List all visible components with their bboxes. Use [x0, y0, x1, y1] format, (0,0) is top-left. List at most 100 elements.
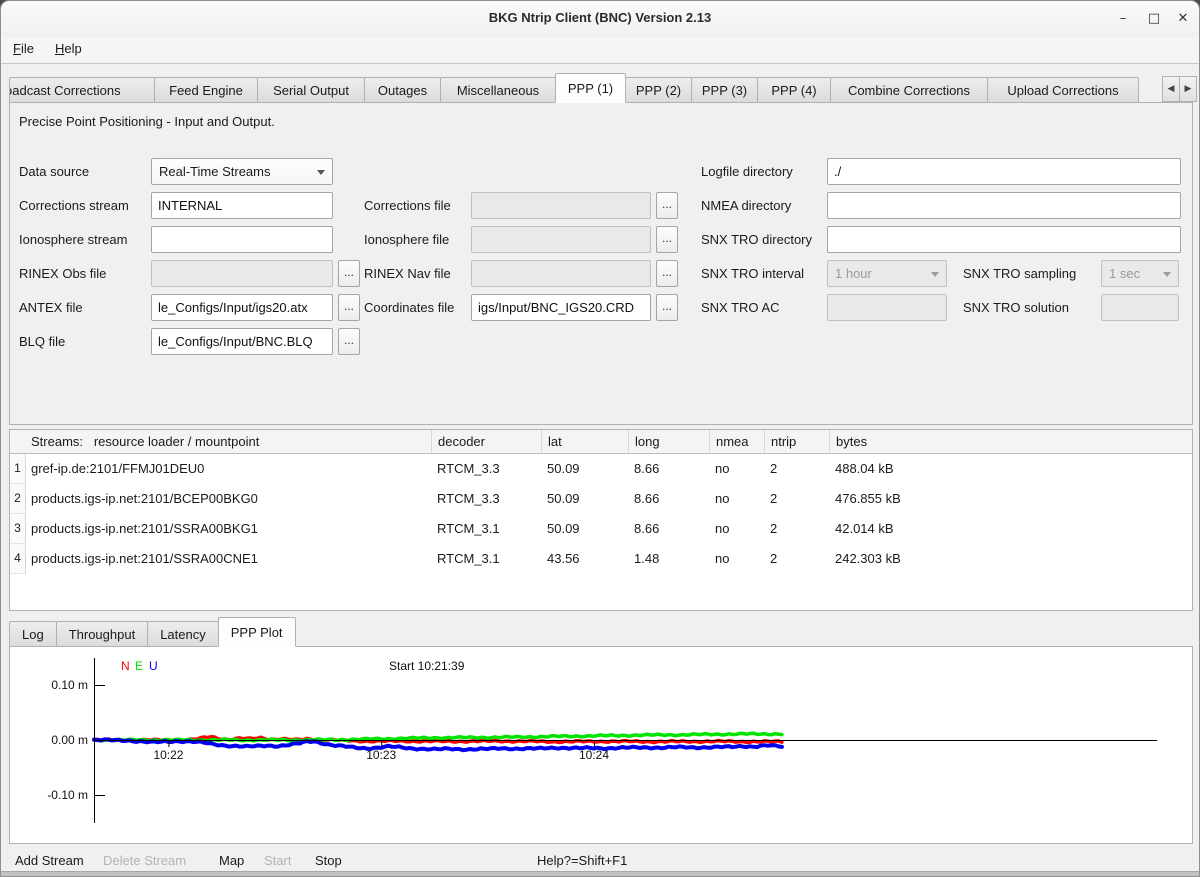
tab-feed-engine[interactable]: Feed Engine: [154, 77, 258, 103]
antex-browse-button[interactable]: ...: [338, 294, 360, 321]
corrections-file-input: [471, 192, 651, 219]
antex-file-input[interactable]: [151, 294, 333, 321]
column-header-nmea[interactable]: nmea: [710, 430, 765, 453]
blq-browse-button[interactable]: ...: [338, 328, 360, 355]
tab-outages[interactable]: Outages: [364, 77, 441, 103]
snx-tro-sampling-label: SNX TRO sampling: [963, 260, 1076, 287]
column-header-streams[interactable]: Streams: resource loader / mountpoint: [10, 430, 432, 453]
cell-decoder: RTCM_3.3: [432, 484, 542, 514]
cell-long: 8.66: [629, 484, 710, 514]
tab-ppp-4[interactable]: PPP (4): [757, 77, 831, 103]
maximize-icon[interactable]: □: [1142, 8, 1166, 30]
tab-latency[interactable]: Latency: [147, 621, 219, 647]
cell-ntrip: 2: [765, 484, 830, 514]
cell-lat: 43.56: [542, 544, 629, 574]
tab-miscellaneous[interactable]: Miscellaneous: [440, 77, 556, 103]
tab-scroll-right-icon[interactable]: ▶: [1179, 76, 1197, 102]
svg-text:0.00 m: 0.00 m: [51, 733, 88, 747]
tab-serial-output[interactable]: Serial Output: [257, 77, 365, 103]
svg-text:10:23: 10:23: [366, 748, 396, 762]
coordinates-browse-button[interactable]: ...: [656, 294, 678, 321]
tab-ppp-3[interactable]: PPP (3): [691, 77, 758, 103]
cell-bytes: 476.855 kB: [830, 484, 1192, 514]
data-source-select[interactable]: Real-Time Streams: [151, 158, 333, 185]
data-source-value: Real-Time Streams: [159, 164, 270, 179]
rinex-obs-browse-button[interactable]: ...: [338, 260, 360, 287]
svg-text:U: U: [149, 659, 158, 673]
snx-tro-sampling-value: 1 sec: [1109, 266, 1140, 281]
svg-text:Start 10:21:39: Start 10:21:39: [389, 659, 465, 673]
cell-ntrip: 2: [765, 514, 830, 544]
svg-text:10:22: 10:22: [153, 748, 183, 762]
nmea-directory-input[interactable]: [827, 192, 1181, 219]
tab-ppp-plot[interactable]: PPP Plot: [218, 617, 296, 647]
rinex-nav-browse-button[interactable]: ...: [656, 260, 678, 287]
cell-mountpoint: products.igs-ip.net:2101/SSRA00BKG1: [26, 514, 432, 544]
cell-long: 8.66: [629, 454, 710, 484]
tab-ppp-1[interactable]: PPP (1): [555, 73, 626, 103]
cell-ntrip: 2: [765, 454, 830, 484]
ionosphere-file-browse-button[interactable]: ...: [656, 226, 678, 253]
snx-tro-directory-label: SNX TRO directory: [701, 226, 812, 253]
stop-button[interactable]: Stop: [315, 850, 342, 872]
snx-tro-directory-input[interactable]: [827, 226, 1181, 253]
tab-combine-corrections[interactable]: Combine Corrections: [830, 77, 988, 103]
corrections-file-browse-button[interactable]: ...: [656, 192, 678, 219]
column-header-ntrip[interactable]: ntrip: [765, 430, 830, 453]
tab-upload-corrections[interactable]: Upload Corrections: [987, 77, 1139, 103]
row-number: 2: [10, 484, 26, 514]
table-row[interactable]: 2products.igs-ip.net:2101/BCEP00BKG0RTCM…: [10, 484, 1192, 514]
tab-ppp-2[interactable]: PPP (2): [625, 77, 692, 103]
logfile-directory-input[interactable]: [827, 158, 1181, 185]
coordinates-file-label: Coordinates file: [364, 294, 454, 321]
cell-decoder: RTCM_3.3: [432, 454, 542, 484]
map-button[interactable]: Map: [219, 850, 244, 872]
table-row[interactable]: 3products.igs-ip.net:2101/SSRA00BKG1RTCM…: [10, 514, 1192, 544]
chevron-down-icon: [1163, 272, 1171, 277]
rinex-nav-file-input: [471, 260, 651, 287]
column-header-long[interactable]: long: [629, 430, 710, 453]
svg-text:0.10 m: 0.10 m: [51, 678, 88, 692]
cell-nmea: no: [710, 484, 765, 514]
corrections-stream-label: Corrections stream: [19, 192, 129, 219]
nmea-directory-label: NMEA directory: [701, 192, 791, 219]
table-row[interactable]: 4products.igs-ip.net:2101/SSRA00CNE1RTCM…: [10, 544, 1192, 574]
data-source-label: Data source: [19, 158, 89, 185]
ionosphere-stream-input[interactable]: [151, 226, 333, 253]
coordinates-file-input[interactable]: [471, 294, 651, 321]
close-icon[interactable]: ✕: [1171, 8, 1195, 30]
tab-broadcast-corrections[interactable]: Broadcast Corrections: [9, 77, 155, 103]
bottom-tab-bar: LogThroughputLatencyPPP Plot: [9, 617, 295, 647]
add-stream-button[interactable]: Add Stream: [15, 850, 84, 872]
row-number: 1: [10, 454, 26, 484]
streams-table: Streams: resource loader / mountpointdec…: [9, 429, 1193, 611]
cell-long: 8.66: [629, 514, 710, 544]
column-header-lat[interactable]: lat: [542, 430, 629, 453]
cell-long: 1.48: [629, 544, 710, 574]
pane-heading: Precise Point Positioning - Input and Ou…: [19, 108, 275, 135]
window-bottom-edge: [1, 871, 1199, 876]
column-header-bytes[interactable]: bytes: [830, 430, 1192, 453]
column-header-decoder[interactable]: decoder: [432, 430, 542, 453]
top-tab-bar: Broadcast CorrectionsFeed EngineSerial O…: [9, 73, 1138, 103]
row-number: 3: [10, 514, 26, 544]
blq-file-input[interactable]: [151, 328, 333, 355]
cell-decoder: RTCM_3.1: [432, 544, 542, 574]
minimize-icon[interactable]: –: [1111, 8, 1135, 30]
cell-mountpoint: gref-ip.de:2101/FFMJ01DEU0: [26, 454, 432, 484]
table-row[interactable]: 1gref-ip.de:2101/FFMJ01DEU0RTCM_3.350.09…: [10, 454, 1192, 484]
corrections-stream-input[interactable]: [151, 192, 333, 219]
tab-throughput[interactable]: Throughput: [56, 621, 149, 647]
snx-tro-sampling-select: 1 sec: [1101, 260, 1179, 287]
tab-scroll-left-icon[interactable]: ◀: [1162, 76, 1180, 102]
tab-scroll-buttons: ◀ ▶: [1163, 76, 1197, 102]
svg-text:-0.10 m: -0.10 m: [47, 788, 88, 802]
cell-bytes: 488.04 kB: [830, 454, 1192, 484]
menu-item-help[interactable]: Help: [46, 37, 91, 60]
menu-item-file[interactable]: File: [4, 37, 43, 60]
help-shortcut-text: Help?=Shift+F1: [537, 850, 627, 872]
logfile-directory-label: Logfile directory: [701, 158, 793, 185]
antex-file-label: ANTEX file: [19, 294, 83, 321]
tab-log[interactable]: Log: [9, 621, 57, 647]
app-window: BKG Ntrip Client (BNC) Version 2.13 – □ …: [0, 0, 1200, 877]
